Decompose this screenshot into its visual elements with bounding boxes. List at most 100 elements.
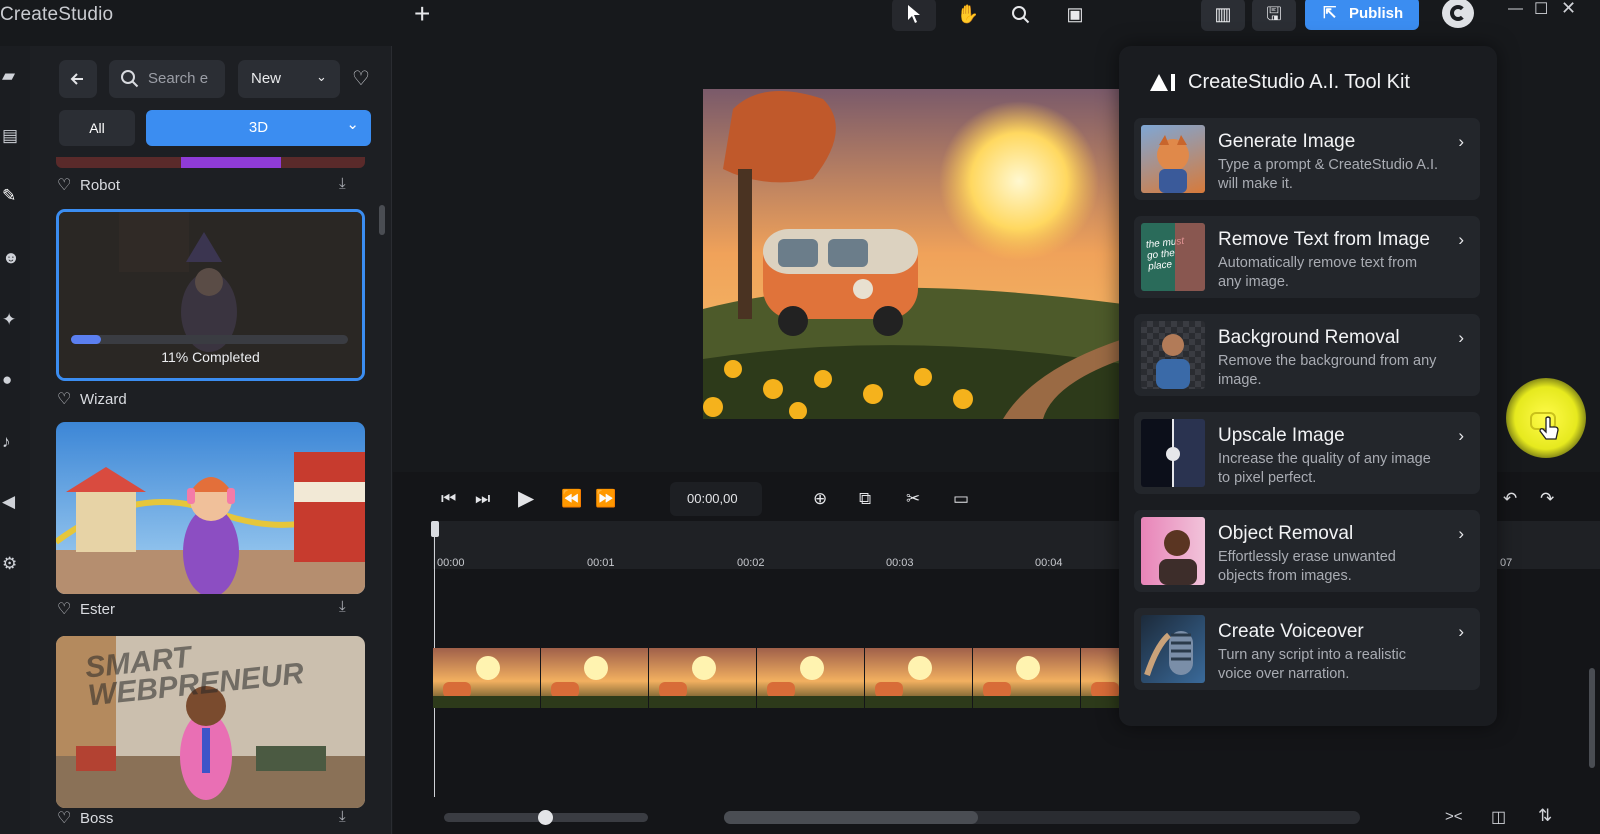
step-forward-icon[interactable]: ⏭: [475, 489, 490, 509]
playhead-handle[interactable]: [431, 521, 439, 537]
download-icon[interactable]: ⤓: [339, 175, 346, 192]
character-icon[interactable]: ✎: [2, 186, 22, 206]
chevron-right-icon: ›: [1458, 426, 1464, 445]
tool-name: Object Removal: [1218, 523, 1354, 544]
right-scrollbar[interactable]: [1589, 668, 1595, 768]
close-icon[interactable]: ✕: [1561, 0, 1576, 19]
check-icon[interactable]: ●: [2, 370, 22, 390]
collapse-icon[interactable]: ><: [1445, 808, 1463, 825]
ester-thumbnail[interactable]: [56, 422, 365, 594]
captions-icon[interactable]: ▭: [953, 489, 969, 509]
rewind-icon[interactable]: ⏪: [561, 489, 582, 509]
layout-icon[interactable]: ▤: [2, 126, 22, 146]
hand-icon[interactable]: ✋: [946, 0, 990, 31]
ester-image: [56, 422, 365, 594]
publish-label: Publish: [1349, 5, 1404, 22]
back-button[interactable]: [59, 60, 97, 98]
tool-remove-text[interactable]: the must go the place Remove Text from I…: [1134, 216, 1480, 298]
ruler-tick: 00:00: [437, 557, 465, 569]
tool-name: Background Removal: [1218, 327, 1400, 348]
item-label-boss: Boss: [80, 810, 114, 827]
timecode: 00:00,00: [687, 491, 738, 506]
favorites-heart-icon[interactable]: ♡: [352, 66, 370, 91]
heart-icon[interactable]: ♡: [57, 808, 71, 828]
library-scrollbar[interactable]: [379, 205, 385, 235]
panel-toggle-icon[interactable]: ▥: [1201, 0, 1245, 31]
progress-text: 11% Completed: [161, 349, 260, 365]
settings-icon[interactable]: ⚙: [2, 554, 22, 574]
tool-desc: Turn any script into a realistic voice o…: [1218, 647, 1407, 682]
ruler-tick: 07: [1500, 557, 1513, 569]
tool-thumbnail: [1141, 517, 1205, 585]
tool-thumbnail: [1141, 125, 1205, 193]
download-icon[interactable]: ⤓: [339, 808, 346, 825]
tool-name: Generate Image: [1218, 131, 1356, 152]
robot-thumbnail[interactable]: [56, 157, 365, 168]
maximize-icon[interactable]: ☐: [1534, 0, 1548, 19]
split-view-icon[interactable]: ◫: [1491, 807, 1506, 827]
undo-icon[interactable]: ↶: [1503, 489, 1517, 509]
ai-panel-title: CreateStudio A.I. Tool Kit: [1188, 71, 1410, 93]
duplicate-icon[interactable]: ⧉: [859, 489, 871, 509]
tab-all[interactable]: All: [59, 110, 135, 146]
aspect-ratio-icon[interactable]: ▣: [1053, 0, 1097, 31]
item-label-wizard: Wizard: [80, 391, 127, 408]
ruler-tick: 00:03: [886, 557, 914, 569]
fast-forward-icon[interactable]: ⏩: [595, 489, 616, 509]
tool-desc: Effortlessly erase unwanted objects from…: [1218, 549, 1396, 584]
zoom-slider-thumb[interactable]: [538, 810, 553, 825]
wizard-card[interactable]: 11% Completed: [56, 209, 365, 381]
arrow-left-icon: [70, 73, 83, 85]
select-tool-button[interactable]: [892, 0, 936, 31]
tool-desc: Increase the quality of any image to pix…: [1218, 451, 1431, 486]
publish-button[interactable]: ⇱ Publish: [1305, 0, 1419, 30]
save-icon[interactable]: 🖫: [1252, 0, 1296, 31]
scissors-icon[interactable]: ✂: [906, 489, 920, 509]
skip-to-start-icon[interactable]: ⏮: [441, 489, 456, 509]
tool-desc: Remove the background from any image.: [1218, 353, 1437, 388]
emoji-icon[interactable]: ☻: [2, 248, 22, 268]
chevron-right-icon: ›: [1458, 622, 1464, 641]
tool-desc: Automatically remove text from any image…: [1218, 255, 1418, 290]
timeline-hscroll-thumb[interactable]: [724, 811, 978, 824]
tool-upscale-image[interactable]: Upscale Image Increase the quality of an…: [1134, 412, 1480, 494]
tool-thumbnail: [1141, 615, 1205, 683]
boss-thumbnail[interactable]: SMART WEBPRENEUR: [56, 636, 365, 808]
redo-icon[interactable]: ↷: [1540, 489, 1554, 509]
heart-icon[interactable]: ♡: [57, 389, 71, 409]
sort-value: New: [251, 70, 282, 87]
music-icon[interactable]: ♪: [2, 432, 22, 452]
star-icon[interactable]: ✦: [2, 310, 22, 330]
folder-icon[interactable]: ▰: [2, 66, 22, 86]
left-rail: ▰ ▤ ✎ ☻ ✦ ● ♪ ◀ ⚙: [0, 46, 30, 834]
chevron-right-icon: ›: [1458, 328, 1464, 347]
download-icon[interactable]: ⤓: [339, 598, 346, 615]
add-icon[interactable]: +: [414, 0, 430, 30]
sort-arrows-icon[interactable]: ⇅: [1538, 806, 1552, 826]
play-icon[interactable]: ▶: [518, 486, 534, 511]
sort-dropdown[interactable]: New ⌄: [238, 60, 340, 98]
heart-icon[interactable]: ♡: [57, 599, 71, 619]
tool-name: Remove Text from Image: [1218, 229, 1430, 250]
tool-generate-image[interactable]: Generate Image Type a prompt & CreateStu…: [1134, 118, 1480, 200]
search-input[interactable]: Search e: [109, 60, 225, 98]
chevron-right-icon: ›: [1458, 230, 1464, 249]
chevron-right-icon: ›: [1458, 132, 1464, 151]
video-track-clip[interactable]: [433, 648, 1123, 708]
tool-object-removal[interactable]: Object Removal Effortlessly erase unwant…: [1134, 510, 1480, 592]
heart-icon[interactable]: ♡: [57, 175, 71, 195]
tool-create-voiceover[interactable]: Create Voiceover Turn any script into a …: [1134, 608, 1480, 690]
hand-pointer-icon: [1539, 416, 1559, 440]
timeline-hscroll-track[interactable]: [724, 811, 1360, 824]
canvas-preview[interactable]: [703, 89, 1123, 419]
zoom-button[interactable]: [999, 0, 1043, 31]
minimize-icon[interactable]: —: [1508, 0, 1523, 17]
add-circle-icon[interactable]: ⊕: [813, 489, 827, 509]
user-avatar[interactable]: [1442, 0, 1474, 28]
tab-3d[interactable]: 3D ⌄: [146, 110, 371, 146]
tool-background-removal[interactable]: Background Removal Remove the background…: [1134, 314, 1480, 396]
app-title: CreateStudio: [0, 4, 114, 25]
preview-image: [703, 89, 1123, 419]
tool-name: Upscale Image: [1218, 425, 1345, 446]
volume-icon[interactable]: ◀: [2, 492, 22, 512]
